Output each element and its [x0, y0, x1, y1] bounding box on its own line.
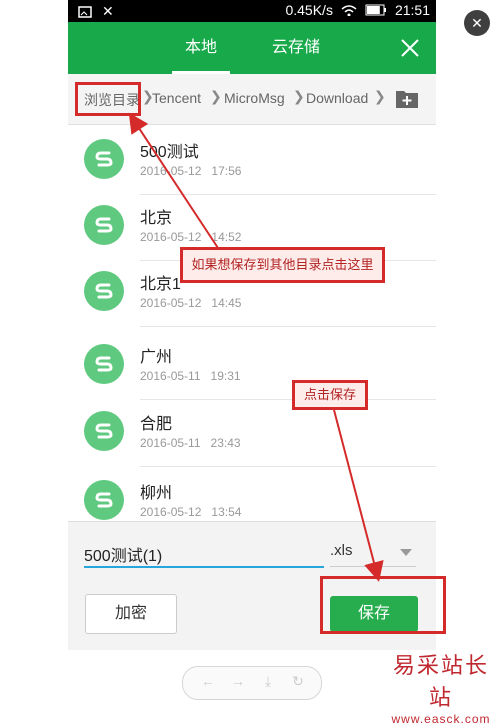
- watermark-url: www.easck.com: [391, 712, 491, 726]
- hint-click-save: 点击保存: [292, 380, 368, 410]
- highlight-save-button: [320, 576, 446, 634]
- highlight-breadcrumb: [75, 82, 141, 116]
- watermark: 易采站长站 www.easck.com: [382, 648, 500, 726]
- arrow-to-save: [333, 409, 384, 582]
- arrow-to-breadcrumb: [128, 112, 219, 249]
- watermark-title: 易采站长站: [392, 654, 489, 711]
- hint-other-directory: 如果想保存到其他目录点击这里: [180, 247, 385, 283]
